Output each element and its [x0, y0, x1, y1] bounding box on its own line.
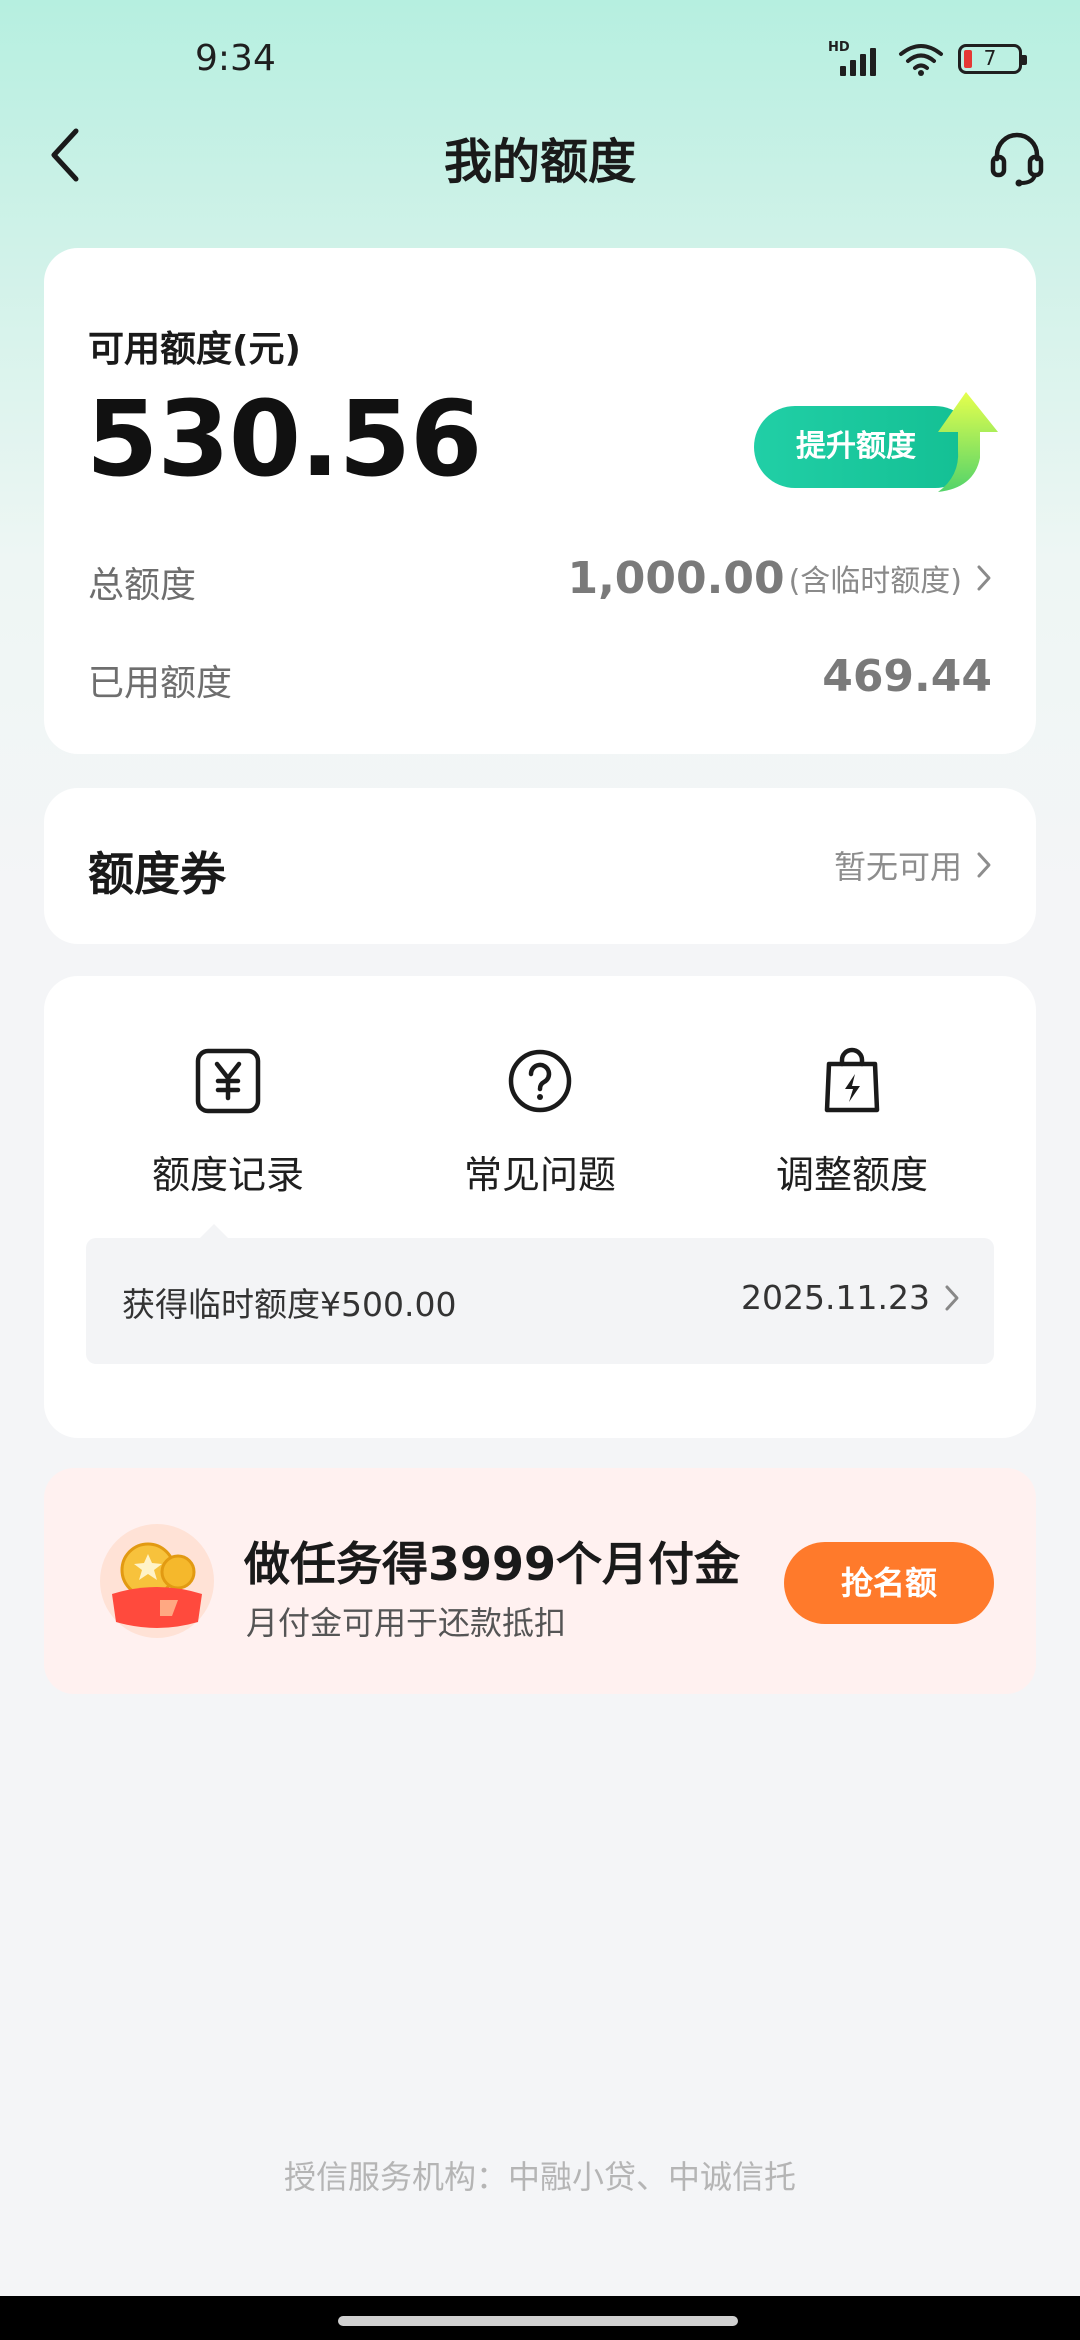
quota-coupon-card[interactable]: 额度券 暂无可用: [44, 788, 1036, 944]
customer-service-button[interactable]: [982, 122, 1052, 192]
chevron-right-icon: [945, 1285, 959, 1310]
total-quota-value: 1,000.00: [567, 552, 785, 604]
question-circle-icon: [508, 1049, 572, 1113]
menu-item-adjust-quota[interactable]: 调整额度: [702, 1046, 1002, 1199]
menu-item-label: 调整额度: [775, 1153, 928, 1197]
promo-title: 做任务得3999个月付金: [244, 1537, 741, 1591]
used-quota-label: 已用额度: [88, 663, 233, 704]
available-quota-label: 可用额度(元): [88, 329, 301, 370]
latest-record-text: 获得临时额度¥500.00: [122, 1285, 457, 1324]
gesture-bar: [0, 2296, 1080, 2340]
available-quota-amount: 530.56: [86, 378, 482, 500]
task-promo-card[interactable]: 做任务得3999个月付金 月付金可用于还款抵扣 抢名额: [44, 1468, 1036, 1694]
chevron-right-icon: [977, 565, 991, 591]
home-indicator[interactable]: [338, 2316, 738, 2326]
menu-item-label: 常见问题: [463, 1153, 616, 1197]
headset-icon: [990, 132, 1044, 187]
promo-subtitle: 月付金可用于还款抵扣: [246, 1604, 567, 1642]
total-quota-row[interactable]: 总额度 1,000.00 (含临时额度): [88, 548, 992, 608]
latest-record-date: 2025.11.23: [741, 1278, 930, 1317]
menu-item-label: 额度记录: [151, 1153, 304, 1197]
status-bar: 9:34 HD 7: [0, 0, 1080, 120]
quota-coupon-title: 额度券: [88, 847, 226, 901]
temporary-quota-note: (含临时额度): [788, 564, 962, 599]
page-title: 我的额度: [443, 134, 636, 190]
battery-level: 7: [983, 46, 997, 70]
quota-menu-card: 额度记录 常见问题 调整额度 获得临时额度¥500.00 2025.11.23: [44, 976, 1036, 1438]
latest-record[interactable]: 获得临时额度¥500.00 2025.11.23: [86, 1224, 994, 1364]
chevron-right-icon: [977, 852, 991, 878]
status-icons: HD 7: [828, 40, 1027, 78]
menu-item-faq[interactable]: 常见问题: [390, 1046, 690, 1199]
status-time: 9:34: [195, 38, 276, 79]
menu-item-quota-record[interactable]: 额度记录: [78, 1046, 378, 1199]
cellular-signal-icon: HD: [828, 40, 884, 78]
quota-coupon-status: 暂无可用: [833, 848, 962, 886]
total-quota-label: 总额度: [88, 565, 197, 606]
raise-quota-button[interactable]: 提升额度: [754, 388, 1000, 492]
bolt-bag-icon: [824, 1047, 880, 1113]
grab-spot-button[interactable]: 抢名额: [784, 1542, 994, 1624]
battery-icon: 7: [958, 44, 1027, 74]
used-quota-row: 已用额度 469.44: [88, 646, 992, 706]
used-quota-value: 469.44: [822, 650, 992, 702]
raise-quota-label: 提升额度: [796, 429, 916, 464]
coin-wallet-icon: [100, 1524, 214, 1638]
wifi-icon: [899, 44, 943, 76]
credit-institution-note: 授信服务机构：中融小贷、中诚信托: [283, 2158, 796, 2196]
yen-box-icon: [195, 1048, 261, 1114]
quota-card: 可用额度(元) 530.56 提升额度 总额度 1,000.00 (含临时额度)…: [44, 248, 1036, 754]
